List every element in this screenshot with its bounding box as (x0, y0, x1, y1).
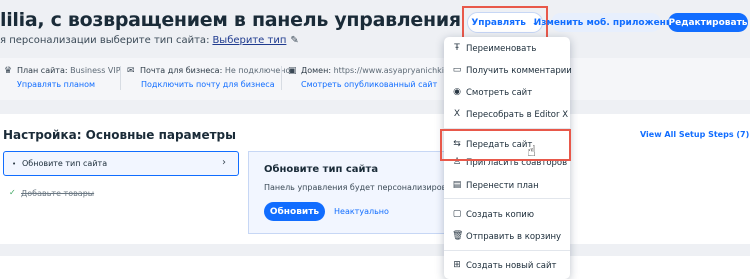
secondary-panel (0, 256, 750, 279)
menu-item-create-new-site[interactable]: ⊞ Создать новый сайт (444, 256, 570, 276)
setup-step-products[interactable]: ✓ Добавьте товары (3, 183, 239, 205)
manage-plan-link[interactable]: Управлять планом (17, 80, 95, 89)
plan-label: План сайта: (17, 66, 68, 75)
setup-title: Настройка: Основные параметры (3, 128, 236, 142)
subtitle-text: я персонализации выберите тип сайта: (0, 35, 210, 46)
highlight-transfer-site (440, 129, 571, 161)
plan-info: ♛ План сайта: Business VIP (4, 66, 121, 76)
step-label: Добавьте товары (21, 189, 95, 198)
menu-item-view-site[interactable]: ◉ Смотреть сайт (444, 83, 570, 103)
menu-divider (444, 250, 570, 251)
menu-item-label: Пересобрать в Editor X (466, 110, 569, 120)
step-card-title: Обновите тип сайта (264, 164, 379, 175)
edit-site-button[interactable]: Редактировать (668, 13, 748, 32)
choose-type-link[interactable]: Выберите тип (212, 35, 286, 46)
mail-label: Почта для бизнеса: (140, 66, 223, 75)
menu-item-duplicate[interactable]: ▢ Создать копию (444, 205, 570, 225)
divider (281, 66, 282, 90)
text-cursor-icon: Ŧ (454, 43, 460, 53)
new-site-icon: ⊞ (453, 260, 461, 270)
divider (120, 66, 121, 90)
page-subtitle: я персонализации выберите тип сайта: Выбе… (0, 35, 299, 46)
pencil-icon[interactable]: ✎ (290, 35, 298, 46)
menu-item-label: Создать копию (466, 210, 534, 220)
step-card-description: Панель управления будет персонализирова (264, 183, 452, 192)
crown-icon: ♛ (4, 66, 13, 76)
update-button[interactable]: Обновить (264, 202, 325, 221)
view-published-link[interactable]: Смотреть опубликованный сайт (301, 80, 437, 89)
step-label: Обновите тип сайта (22, 159, 108, 168)
setup-step-site-type[interactable]: • Обновите тип сайта › (3, 151, 239, 176)
trash-icon: 🗑 (452, 231, 464, 241)
menu-item-rename[interactable]: Ŧ Переименовать (444, 39, 570, 59)
menu-item-label: Отправить в корзину (466, 232, 562, 242)
check-icon: ✓ (9, 188, 16, 197)
mail-info: ✉ Почта для бизнеса: Не подключено (127, 66, 290, 76)
menu-item-label: Получить комментарии (466, 66, 572, 76)
menu-item-rebuild-editor-x[interactable]: X Пересобрать в Editor X (444, 105, 570, 125)
menu-item-label: Создать новый сайт (466, 261, 557, 271)
edit-mobile-button[interactable]: Изменить моб. приложение (534, 13, 678, 32)
comment-icon: ▭ (452, 65, 462, 75)
page-title: lilia, с возвращением в панель управлени… (0, 9, 461, 31)
hand-pointer-icon: ☝ (527, 142, 537, 160)
menu-item-comments[interactable]: ▭ Получить комментарии (444, 61, 572, 81)
bullet-icon: • (12, 160, 17, 168)
menu-item-label: Смотреть сайт (466, 88, 533, 98)
eye-icon: ◉ (453, 87, 461, 97)
view-all-steps-link[interactable]: View All Setup Steps (7) (640, 130, 749, 139)
site-info-bar (0, 58, 750, 100)
domain-info: ▣ Домен: https://www.asyapryanichki.com/ (288, 66, 466, 76)
copy-icon: ▢ (452, 209, 462, 219)
menu-item-move-plan[interactable]: ▤ Перенести план (444, 176, 570, 196)
not-relevant-link[interactable]: Неактуально (334, 207, 389, 216)
menu-item-label: Перенести план (466, 181, 539, 191)
browser-icon: ▣ (288, 66, 297, 76)
chevron-right-icon: › (222, 157, 226, 168)
editor-x-icon: X (453, 109, 461, 119)
plan-value: Business VIP (70, 66, 121, 75)
move-plan-icon: ▤ (452, 180, 462, 190)
menu-divider (444, 198, 570, 199)
mail-icon: ✉ (127, 66, 135, 76)
domain-label: Домен: (301, 66, 332, 75)
menu-item-label: Переименовать (466, 44, 537, 54)
menu-item-move-to-trash[interactable]: 🗑 Отправить в корзину (444, 227, 570, 247)
connect-mail-link[interactable]: Подключить почту для бизнеса (141, 80, 275, 89)
